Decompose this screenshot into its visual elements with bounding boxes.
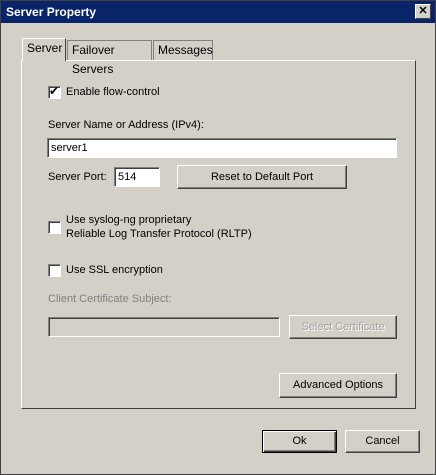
reset-default-port-button[interactable]: Reset to Default Port [177, 165, 347, 189]
window-title: Server Property [6, 5, 97, 19]
checkmark-icon: ✔ [49, 84, 60, 98]
select-certificate-button[interactable]: Select Certificate [289, 315, 397, 339]
advanced-options-button[interactable]: Advanced Options [279, 373, 397, 398]
ok-button[interactable]: Ok [262, 430, 337, 453]
server-property-dialog: Server Property ✕ Server Failover Server… [0, 0, 436, 475]
server-port-input[interactable] [114, 167, 160, 187]
rltp-label-line2[interactable]: Reliable Log Transfer Protocol (RLTP) [66, 228, 252, 240]
cancel-button[interactable]: Cancel [345, 430, 420, 453]
client-certificate-input[interactable] [48, 317, 280, 337]
tab-messages[interactable]: Messages [153, 40, 213, 60]
server-port-label: Server Port: [48, 171, 107, 183]
rltp-checkbox[interactable] [48, 221, 61, 234]
tab-server[interactable]: Server [22, 38, 66, 61]
server-name-label: Server Name or Address (IPv4): [48, 119, 204, 131]
flow-control-checkbox[interactable]: ✔ [48, 84, 61, 99]
ssl-label[interactable]: Use SSL encryption [66, 264, 163, 276]
client-certificate-label: Client Certificate Subject: [48, 293, 172, 305]
flow-control-label[interactable]: Enable flow-control [66, 86, 160, 98]
server-name-input[interactable] [47, 138, 397, 158]
tab-failover-servers[interactable]: Failover Servers [67, 40, 152, 76]
ssl-checkbox[interactable] [48, 264, 61, 277]
rltp-label-line1[interactable]: Use syslog-ng proprietary [66, 214, 191, 226]
title-bar[interactable]: Server Property ✕ [1, 1, 435, 23]
close-icon[interactable]: ✕ [415, 4, 431, 19]
